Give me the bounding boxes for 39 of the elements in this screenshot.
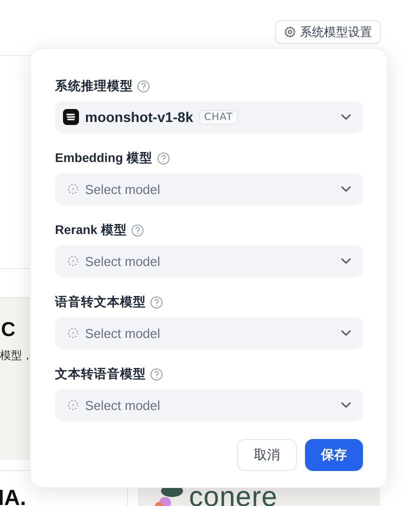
field-label: 语音转文本模型 [55,294,146,310]
model-name: moonshot-v1-8k [85,109,194,125]
field-label: Rerank 模型 [55,222,127,238]
logo-text: conere [189,486,278,506]
save-button[interactable]: 保存 [305,439,363,471]
model-select[interactable]: moonshot-v1-8k CHAT [55,101,363,133]
model-select[interactable]: Select model [55,389,363,421]
chevron-down-icon [341,114,351,120]
field-label: 系统推理模型 [55,78,133,94]
placeholder-icon [67,255,79,267]
chevron-down-icon [341,330,351,336]
field-label: 文本转语音模型 [55,366,146,382]
settings-icon [284,26,296,38]
logo-icon [155,486,185,506]
card-text: 模型， [0,348,33,363]
chevron-down-icon [341,402,351,408]
cancel-button[interactable]: 取消 [237,439,297,471]
model-select[interactable]: Select model [55,173,363,205]
placeholder-icon [67,183,79,195]
field-label: Embedding 模型 [55,150,153,166]
help-icon[interactable] [130,224,144,236]
model-type-tag: CHAT [199,110,238,124]
help-icon[interactable] [156,152,170,164]
settings-button[interactable]: 系统模型设置 [275,20,381,44]
model-logo-icon [63,109,79,125]
model-select[interactable]: Select model [55,245,363,277]
select-placeholder: Select model [85,182,160,196]
placeholder-icon [67,327,79,339]
model-select[interactable]: Select model [55,317,363,349]
help-icon[interactable] [137,80,150,92]
select-placeholder: Select model [85,326,160,340]
chevron-down-icon [341,186,351,192]
chevron-down-icon [341,258,351,264]
card-title: C [0,318,16,342]
help-icon[interactable] [150,296,163,308]
placeholder-icon [67,399,79,411]
help-icon[interactable] [150,368,163,380]
select-placeholder: Select model [85,398,160,412]
select-placeholder: Select model [85,254,160,268]
